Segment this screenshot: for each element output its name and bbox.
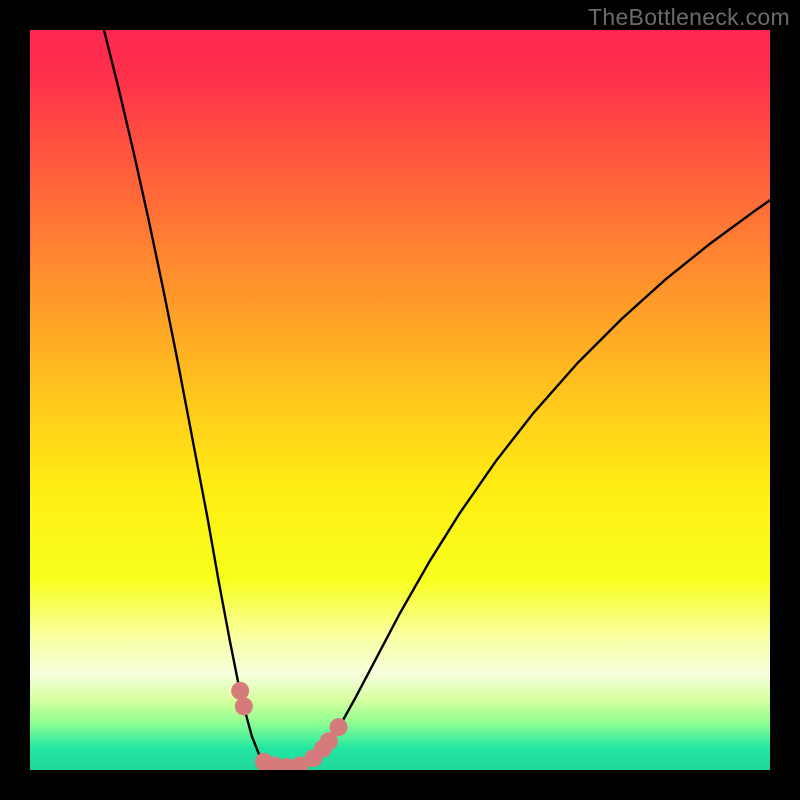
data-marker bbox=[231, 682, 249, 700]
chart-frame: TheBottleneck.com bbox=[0, 0, 800, 800]
data-marker bbox=[235, 697, 253, 715]
gradient-background bbox=[30, 30, 770, 770]
plot-area bbox=[30, 30, 770, 770]
bottleneck-chart bbox=[30, 30, 770, 770]
data-marker bbox=[330, 718, 348, 736]
watermark-text: TheBottleneck.com bbox=[588, 4, 790, 31]
